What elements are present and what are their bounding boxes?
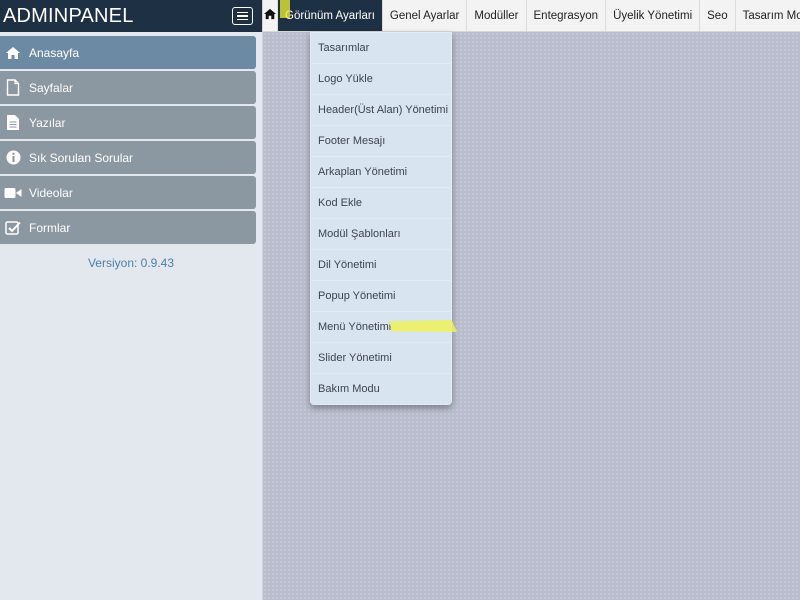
dropdown-item-label: Footer Mesajı [318,135,386,147]
version-text: Versiyon: 0.9.43 [87,256,175,270]
sidebar-item-label: Yazılar [29,115,66,130]
sidebar-item-anasayfa[interactable]: Anasayfa [0,36,256,69]
sidebar: ADMINPANEL Anasayfa Sayfalar Yazılar Sık… [0,0,263,600]
dropdown-item-label: Dil Yönetimi [318,259,377,271]
dropdown-item-label: Logo Yükle [318,73,373,85]
brand-bar: ADMINPANEL [0,0,262,32]
menu-toggle-button[interactable] [232,7,253,25]
nav-genel-ayarlar[interactable]: Genel Ayarlar [383,0,468,31]
dropdown-item-popup-yonetimi[interactable]: Popup Yönetimi [311,281,451,311]
nav-label: Entegrasyon [533,9,599,22]
nav-moduller[interactable]: Modüller [467,0,527,31]
hamburger-icon-line [237,15,248,17]
dropdown-item-tasarimlar[interactable]: Tasarımlar [311,33,451,63]
dropdown-item-logo-yukle[interactable]: Logo Yükle [311,64,451,94]
dropdown-item-label: Modül Şablonları [318,228,401,240]
top-navigation: Görünüm Ayarları Genel Ayarlar Modüller … [263,0,800,32]
nav-entegrasyon[interactable]: Entegrasyon [527,0,607,31]
nav-label: Üyelik Yönetimi [613,9,693,22]
home-icon [4,44,22,62]
highlight-mark [389,320,457,332]
dropdown-item-dil-yonetimi[interactable]: Dil Yönetimi [311,250,451,280]
sidebar-item-label: Formlar [29,220,71,235]
sidebar-item-label: Anasayfa [29,45,80,60]
hamburger-icon-line [237,11,248,14]
info-icon [4,149,22,167]
sidebar-item-videolar[interactable]: Videolar [0,176,256,209]
nav-tasarim-modu[interactable]: Tasarım Mo [736,0,800,31]
sidebar-item-label: Sayfalar [29,80,74,95]
page-icon [4,79,22,97]
sidebar-item-sayfalar[interactable]: Sayfalar [0,71,256,104]
hamburger-icon-line [237,18,248,21]
nav-label: Görünüm Ayarları [285,9,375,22]
sidebar-item-sss[interactable]: Sık Sorulan Sorular [0,141,256,174]
nav-uyelik-yonetimi[interactable]: Üyelik Yönetimi [606,0,701,31]
video-icon [4,184,22,202]
dropdown-item-arkaplan-yonetimi[interactable]: Arkaplan Yönetimi [311,157,451,187]
dropdown-item-bakim-modu[interactable]: Bakım Modu [311,374,451,404]
brand-title: ADMINPANEL [3,4,134,27]
sidebar-item-yazilar[interactable]: Yazılar [0,106,256,139]
dropdown-item-header-yonetimi[interactable]: Header(Üst Alan) Yönetimi [311,95,451,125]
dropdown-item-slider-yonetimi[interactable]: Slider Yönetimi [311,343,451,373]
checkbox-icon [4,219,22,237]
dropdown-item-menu-yonetimi[interactable]: Menü Yönetimi [311,312,457,342]
dropdown-item-label: Arkaplan Yönetimi [318,166,408,178]
nav-seo[interactable]: Seo [700,0,736,31]
document-icon [4,114,22,132]
nav-gorunum-ayarlari[interactable]: Görünüm Ayarları [278,0,383,31]
sidebar-item-formlar[interactable]: Formlar [0,211,256,244]
home-icon [263,8,277,23]
nav-label: Modüller [474,9,519,22]
sidebar-item-label: Sık Sorulan Sorular [29,150,134,165]
nav-label: Tasarım Mo [742,9,800,22]
sidebar-menu: Anasayfa Sayfalar Yazılar Sık Sorulan So… [0,32,262,244]
highlight-mark [280,0,290,18]
dropdown-item-footer-mesaji[interactable]: Footer Mesajı [311,126,451,156]
dropdown-item-modul-sablonlari[interactable]: Modül Şablonları [311,219,451,249]
dropdown-item-kod-ekle[interactable]: Kod Ekle [311,188,451,218]
dropdown-item-label: Header(Üst Alan) Yönetimi [318,104,449,116]
dropdown-item-label: Kod Ekle [318,197,363,209]
dropdown-item-label: Popup Yönetimi [318,290,396,302]
nav-label: Seo [707,9,728,22]
dropdown-item-label: Slider Yönetimi [318,352,392,364]
dropdown-item-label: Bakım Modu [318,383,380,395]
nav-label: Genel Ayarlar [389,9,460,22]
gorunum-ayarlari-dropdown: Tasarımlar Logo Yükle Header(Üst Alan) Y… [310,32,457,405]
dropdown-item-label: Tasarımlar [318,42,370,54]
home-nav-button[interactable] [263,0,278,31]
sidebar-item-label: Videolar [29,185,73,200]
dropdown-item-label: Menü Yönetimi [318,321,392,333]
